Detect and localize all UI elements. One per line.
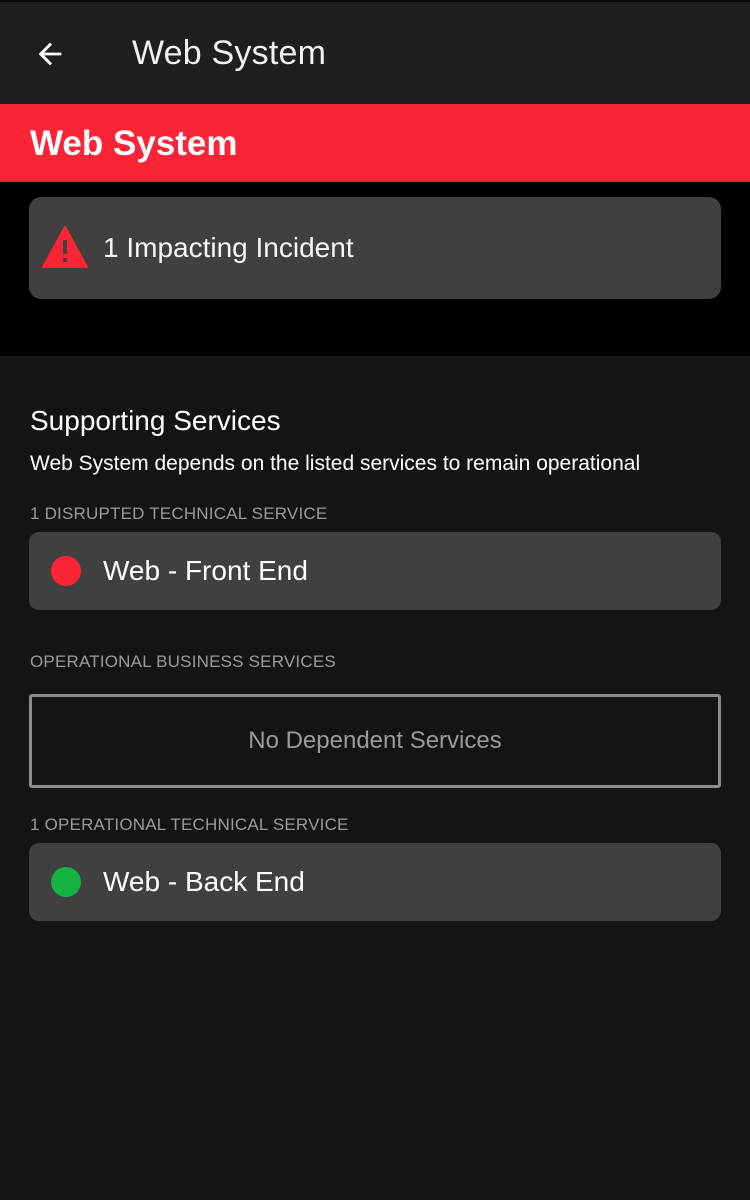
service-name: Web - Front End: [103, 555, 308, 586]
disrupted-technical-label: 1 DISRUPTED TECHNICAL SERVICE: [30, 504, 328, 523]
incident-area: 1 Impacting Incident: [0, 182, 750, 356]
incident-count-text: 1 Impacting Incident: [103, 232, 354, 263]
banner-title: Web System: [30, 124, 238, 163]
empty-state-text: No Dependent Services: [248, 727, 502, 754]
app-bar: Web System: [0, 0, 750, 104]
empty-state-box: No Dependent Services: [29, 694, 721, 788]
page-title: Web System: [132, 34, 327, 72]
impacting-incident-card[interactable]: 1 Impacting Incident: [29, 197, 721, 299]
arrow-left-icon: [38, 42, 62, 66]
status-dot-green: [51, 867, 81, 897]
service-card-web-back-end[interactable]: Web - Back End: [29, 843, 721, 921]
warning-triangle-icon: [42, 226, 88, 268]
service-name: Web - Back End: [103, 866, 305, 897]
service-card-web-front-end[interactable]: Web - Front End: [29, 532, 721, 610]
status-dot-red: [51, 556, 81, 586]
supporting-services-title: Supporting Services: [30, 405, 281, 436]
supporting-services-subtitle: Web System depends on the listed service…: [30, 452, 641, 475]
back-button[interactable]: [22, 28, 78, 80]
operational-business-label: OPERATIONAL BUSINESS SERVICES: [30, 652, 336, 671]
system-banner: Web System: [0, 104, 750, 182]
operational-technical-label: 1 OPERATIONAL TECHNICAL SERVICE: [30, 815, 349, 834]
